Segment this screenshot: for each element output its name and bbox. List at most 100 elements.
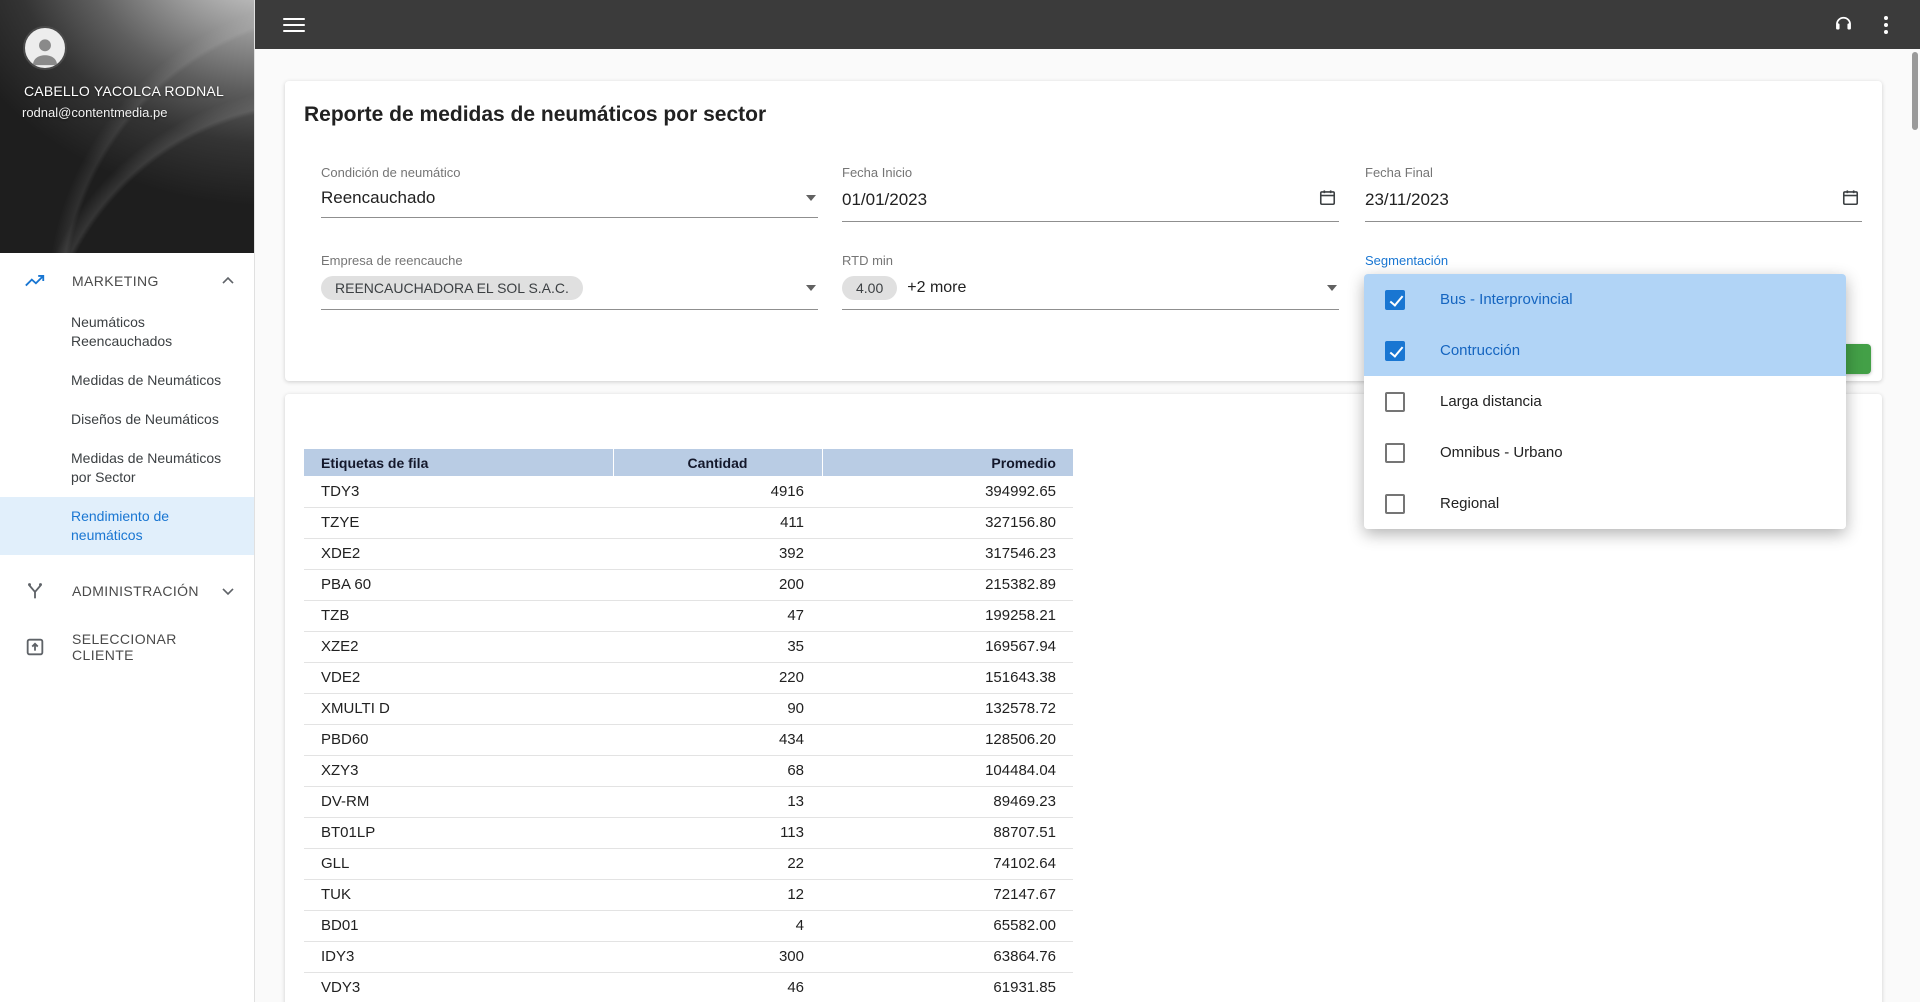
row-label: TZYE bbox=[304, 507, 613, 538]
table-row: IDY330063864.76 bbox=[304, 941, 1073, 972]
person-icon bbox=[28, 34, 62, 68]
dropdown-caret-icon[interactable] bbox=[1327, 285, 1337, 291]
empresa-chip[interactable]: REENCAUCHADORA EL SOL S.A.C. bbox=[321, 276, 583, 300]
table-row: TDY34916394992.65 bbox=[304, 476, 1073, 507]
cantidad-cell: 47 bbox=[613, 600, 822, 631]
user-name: CABELLO YACOLCA RODNAL bbox=[24, 83, 224, 99]
table-row: XZE235169567.94 bbox=[304, 631, 1073, 662]
promedio-cell: 63864.76 bbox=[822, 941, 1073, 972]
sidebar-section-administracion[interactable]: ADMINISTRACIÓN bbox=[0, 569, 254, 613]
sidebar-item-label: SELECCIONAR CLIENTE bbox=[72, 631, 238, 663]
cantidad-cell: 46 bbox=[613, 972, 822, 1002]
row-label: BD01 bbox=[304, 910, 613, 941]
table-row: BT01LP11388707.51 bbox=[304, 817, 1073, 848]
table-header-row: Etiquetas de fila Cantidad Promedio bbox=[304, 449, 1073, 476]
condicion-label: Condición de neumático bbox=[321, 165, 818, 180]
sidebar-section-label: ADMINISTRACIÓN bbox=[72, 583, 199, 599]
checkbox-icon[interactable] bbox=[1385, 443, 1405, 463]
page-scrollbar[interactable] bbox=[1912, 52, 1918, 130]
cantidad-cell: 4 bbox=[613, 910, 822, 941]
row-label: TUK bbox=[304, 879, 613, 910]
condicion-field[interactable]: Condición de neumático Reencauchado bbox=[321, 165, 818, 218]
sidebar-item-disenos-de-neumaticos[interactable]: Diseños de Neumáticos bbox=[0, 400, 254, 439]
kebab-menu-icon[interactable] bbox=[1882, 14, 1890, 36]
promedio-cell: 215382.89 bbox=[822, 569, 1073, 600]
sidebar-item-medidas-de-neumaticos[interactable]: Medidas de Neumáticos bbox=[0, 361, 254, 400]
checkbox-icon[interactable] bbox=[1385, 290, 1405, 310]
trending-up-icon bbox=[24, 270, 46, 292]
dropdown-caret-icon[interactable] bbox=[806, 195, 816, 201]
topbar bbox=[255, 0, 1920, 49]
sidebar-item-neumaticos-reencauchados[interactable]: Neumáticos Reencauchados bbox=[0, 303, 254, 361]
fecha-inicio-label: Fecha Inicio bbox=[842, 165, 1339, 180]
option-bus-interprovincial[interactable]: Bus - Interprovincial bbox=[1364, 274, 1846, 325]
row-label: PBD60 bbox=[304, 724, 613, 755]
table-row: TZYE411327156.80 bbox=[304, 507, 1073, 538]
table-row: TZB47199258.21 bbox=[304, 600, 1073, 631]
row-label: XMULTI D bbox=[304, 693, 613, 724]
row-label: XDE2 bbox=[304, 538, 613, 569]
avatar bbox=[23, 26, 67, 70]
col-header-promedio: Promedio bbox=[822, 449, 1073, 476]
rtd-min-chip[interactable]: 4.00 bbox=[842, 276, 897, 300]
option-larga-distancia[interactable]: Larga distancia bbox=[1364, 376, 1846, 427]
promedio-cell: 132578.72 bbox=[822, 693, 1073, 724]
option-contruccion[interactable]: Contrucción bbox=[1364, 325, 1846, 376]
chevron-down-icon bbox=[218, 581, 238, 601]
promedio-cell: 72147.67 bbox=[822, 879, 1073, 910]
table-row: VDY34661931.85 bbox=[304, 972, 1073, 1002]
cantidad-cell: 22 bbox=[613, 848, 822, 879]
dropdown-caret-icon[interactable] bbox=[806, 285, 816, 291]
cantidad-cell: 68 bbox=[613, 755, 822, 786]
cantidad-cell: 392 bbox=[613, 538, 822, 569]
promedio-cell: 327156.80 bbox=[822, 507, 1073, 538]
hamburger-menu-icon[interactable] bbox=[283, 14, 305, 36]
checkbox-icon[interactable] bbox=[1385, 494, 1405, 514]
promedio-cell: 74102.64 bbox=[822, 848, 1073, 879]
calendar-icon[interactable] bbox=[1318, 188, 1337, 212]
option-label: Omnibus - Urbano bbox=[1440, 444, 1563, 461]
table-row: XMULTI D90132578.72 bbox=[304, 693, 1073, 724]
sidebar-item-rendimiento-de-neumaticos[interactable]: Rendimiento de neumáticos bbox=[0, 497, 254, 555]
calendar-icon[interactable] bbox=[1841, 188, 1860, 212]
promedio-cell: 128506.20 bbox=[822, 724, 1073, 755]
option-label: Larga distancia bbox=[1440, 393, 1542, 410]
sidebar-item-medidas-por-sector[interactable]: Medidas de Neumáticos por Sector bbox=[0, 439, 254, 497]
sidebar-item-seleccionar-cliente[interactable]: SELECCIONAR CLIENTE bbox=[0, 625, 254, 669]
row-label: TZB bbox=[304, 600, 613, 631]
promedio-cell: 65582.00 bbox=[822, 910, 1073, 941]
segmentacion-label: Segmentación bbox=[1365, 253, 1862, 268]
option-omnibus-urbano[interactable]: Omnibus - Urbano bbox=[1364, 427, 1846, 478]
cantidad-cell: 4916 bbox=[613, 476, 822, 507]
cantidad-cell: 220 bbox=[613, 662, 822, 693]
headset-icon[interactable] bbox=[1833, 12, 1854, 38]
empresa-field[interactable]: Empresa de reencauche REENCAUCHADORA EL … bbox=[321, 253, 818, 310]
checkbox-icon[interactable] bbox=[1385, 341, 1405, 361]
checkbox-icon[interactable] bbox=[1385, 392, 1405, 412]
report-table: Etiquetas de fila Cantidad Promedio TDY3… bbox=[304, 449, 1073, 1002]
cantidad-cell: 113 bbox=[613, 817, 822, 848]
option-regional[interactable]: Regional bbox=[1364, 478, 1846, 529]
rtd-min-field[interactable]: RTD min 4.00 +2 more bbox=[842, 253, 1339, 310]
col-header-cantidad: Cantidad bbox=[613, 449, 822, 476]
promedio-cell: 394992.65 bbox=[822, 476, 1073, 507]
admin-icon bbox=[24, 580, 46, 602]
option-label: Bus - Interprovincial bbox=[1440, 291, 1573, 308]
sidebar-section-marketing[interactable]: MARKETING bbox=[0, 259, 254, 303]
row-label: GLL bbox=[304, 848, 613, 879]
cantidad-cell: 411 bbox=[613, 507, 822, 538]
segmentation-dropdown: Bus - Interprovincial Contrucción Larga … bbox=[1364, 274, 1846, 529]
sidebar: CABELLO YACOLCA RODNAL rodnal@contentmed… bbox=[0, 0, 255, 1002]
fecha-inicio-field[interactable]: Fecha Inicio 01/01/2023 bbox=[842, 165, 1339, 222]
cantidad-cell: 12 bbox=[613, 879, 822, 910]
option-label: Contrucción bbox=[1440, 342, 1520, 359]
row-label: XZY3 bbox=[304, 755, 613, 786]
fecha-final-field[interactable]: Fecha Final 23/11/2023 bbox=[1365, 165, 1862, 222]
chevron-up-icon bbox=[218, 271, 238, 291]
table-row: PBA 60200215382.89 bbox=[304, 569, 1073, 600]
user-profile-panel: CABELLO YACOLCA RODNAL rodnal@contentmed… bbox=[0, 0, 254, 253]
row-label: VDY3 bbox=[304, 972, 613, 1002]
cantidad-cell: 35 bbox=[613, 631, 822, 662]
row-label: DV-RM bbox=[304, 786, 613, 817]
segmentacion-field[interactable]: Segmentación bbox=[1365, 253, 1862, 268]
